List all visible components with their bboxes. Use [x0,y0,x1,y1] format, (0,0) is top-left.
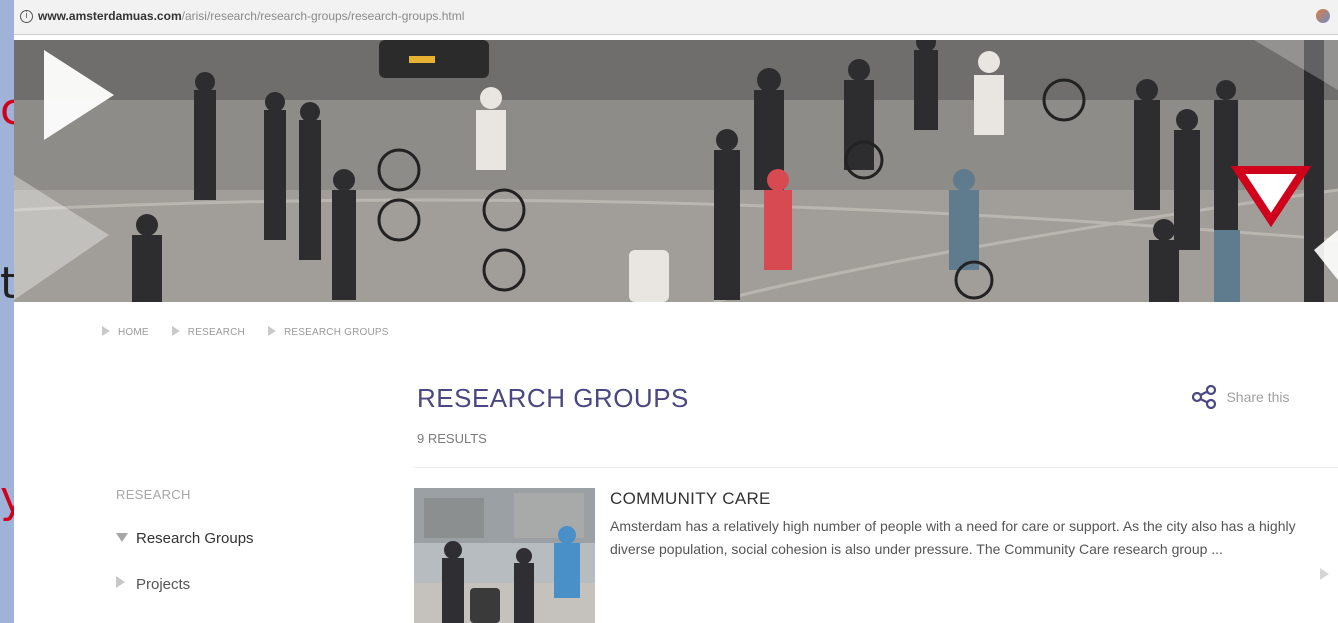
breadcrumb-home[interactable]: HOME [102,326,149,338]
share-label: Share this [1226,389,1290,405]
share-icon [1191,384,1217,410]
url-path: /arisi/research/research-groups/research… [181,9,465,23]
results-count: 9 RESULTS [417,431,487,446]
sidebar-item-label: Projects [136,576,191,593]
result-arrow[interactable] [1320,568,1329,586]
sidebar-heading: RESEARCH [116,487,191,502]
breadcrumb-research[interactable]: RESEARCH [171,326,245,338]
hero-photo [14,40,1338,302]
chevron-down-icon [116,533,128,542]
breadcrumb-label: HOME [118,327,149,338]
breadcrumb-arrow-icon [102,326,110,336]
extension-icon[interactable] [1316,9,1330,23]
breadcrumb-research-groups[interactable]: RESEARCH GROUPS [267,326,389,338]
sidebar-item-projects[interactable]: Projects [116,576,190,593]
breadcrumb-arrow-icon [267,326,276,336]
sidebar-item-research-groups[interactable]: Research Groups [116,530,254,547]
divider [414,467,1338,468]
thumbnail-photo [414,488,595,623]
chevron-right-icon [1320,568,1329,580]
url-text[interactable]: www.amsterdamuas.com/arisi/research/rese… [38,9,464,23]
breadcrumb: HOME RESEARCH RESEARCH GROUPS [102,326,409,338]
page-title: RESEARCH GROUPS [417,383,689,413]
hero-banner [14,40,1338,302]
breadcrumb-arrow-icon [171,326,180,336]
result-title[interactable]: COMMUNITY CARE [610,489,771,509]
sidebar-item-label: Research Groups [136,530,254,547]
share-button[interactable]: Share this [1191,384,1290,411]
address-bar[interactable]: i www.amsterdamuas.com/arisi/research/re… [14,0,1338,35]
breadcrumb-label: RESEARCH [187,327,245,338]
result-description: Amsterdam has a relatively high number o… [610,518,1296,557]
result-thumbnail[interactable] [414,488,595,623]
breadcrumb-label: RESEARCH GROUPS [283,327,389,338]
browser-window: i www.amsterdamuas.com/arisi/research/re… [14,0,1338,623]
url-host: www.amsterdamuas.com [38,9,182,23]
chevron-right-icon [116,576,125,588]
info-icon[interactable]: i [20,10,33,23]
